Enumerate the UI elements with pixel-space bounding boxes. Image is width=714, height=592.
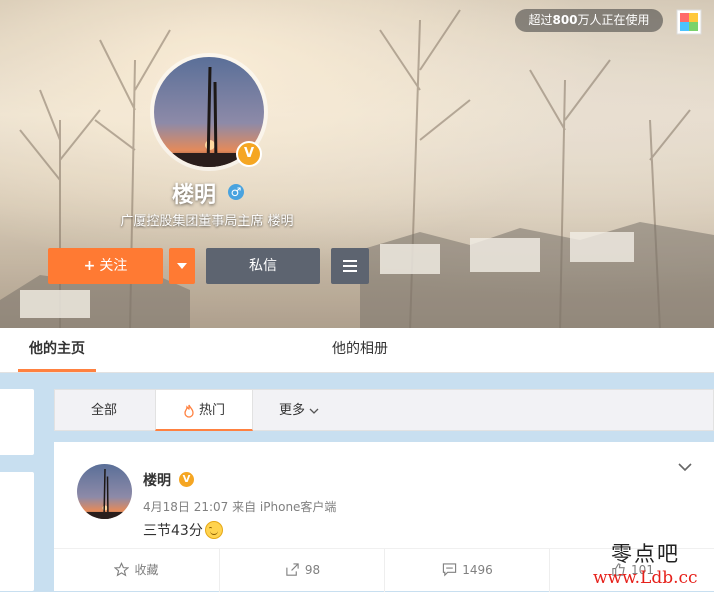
favorite-button[interactable]: 收藏 (54, 549, 219, 592)
filter-more[interactable]: 更多 (279, 390, 319, 431)
profile-bio: 广厦控股集团董事局主席 楼明 (120, 214, 294, 229)
message-button[interactable]: 私信 (206, 248, 320, 284)
dropdown-icon (177, 263, 187, 269)
post-author[interactable]: 楼明 (143, 470, 171, 490)
sidebar-panel (0, 472, 34, 591)
verified-icon: V (236, 141, 262, 167)
follow-button[interactable]: + 关注 (48, 248, 163, 284)
filter-more-label: 更多 (279, 403, 306, 418)
repost-count: 98 (304, 563, 321, 577)
post-menu-chevron-icon[interactable] (677, 462, 693, 472)
verified-icon: V (179, 472, 194, 487)
users-count: 800 (552, 13, 578, 27)
profile-tabs: 他的主页 他的相册 (0, 328, 714, 373)
plus-icon: + (83, 258, 96, 274)
tab-album[interactable]: 他的相册 (320, 328, 400, 372)
tab-home[interactable]: 他的主页 (18, 328, 96, 372)
profile-name: 楼明 (172, 183, 217, 208)
repost-icon (286, 563, 299, 576)
repost-button[interactable]: 98 (219, 549, 385, 592)
star-icon (114, 562, 130, 577)
users-suffix: 万人正在使用 (577, 13, 650, 27)
filter-all[interactable]: 全部 (91, 390, 117, 431)
users-prefix: 超过 (528, 13, 553, 27)
watermark-url: www.Ldb.cc (593, 568, 698, 588)
post-avatar[interactable] (77, 464, 132, 519)
post-text: 三节43分 (143, 520, 223, 540)
filter-hot-label: 热门 (198, 403, 225, 418)
post-meta: 4月18日 21:07 来自 iPhone客户端 (143, 500, 337, 514)
sidebar-panel (0, 389, 34, 455)
comment-button[interactable]: 1496 (384, 549, 550, 592)
comment-icon (443, 563, 457, 577)
comment-count: 1496 (462, 563, 493, 577)
users-count-badge: 超过800万人正在使用 (515, 9, 663, 32)
filter-hot[interactable]: 热门 (155, 390, 253, 431)
favorite-label: 收藏 (134, 563, 159, 577)
follow-options-button[interactable] (169, 248, 195, 284)
post-text-body: 三节43分 (143, 523, 203, 539)
menu-icon (343, 260, 357, 275)
watermark-title: 零点吧 (611, 542, 680, 566)
more-menu-button[interactable] (331, 248, 369, 284)
site-watermark: 零点吧 www.Ldb.cc (593, 538, 711, 590)
feed-filter-bar: 全部 热门 更多 (54, 389, 714, 431)
follow-label: 关注 (99, 258, 128, 274)
flame-icon (184, 404, 194, 418)
male-icon: ♂ (228, 184, 244, 200)
skin-icon[interactable] (676, 9, 702, 35)
chevron-down-icon (309, 408, 319, 414)
smile-emoji-icon (204, 521, 223, 539)
